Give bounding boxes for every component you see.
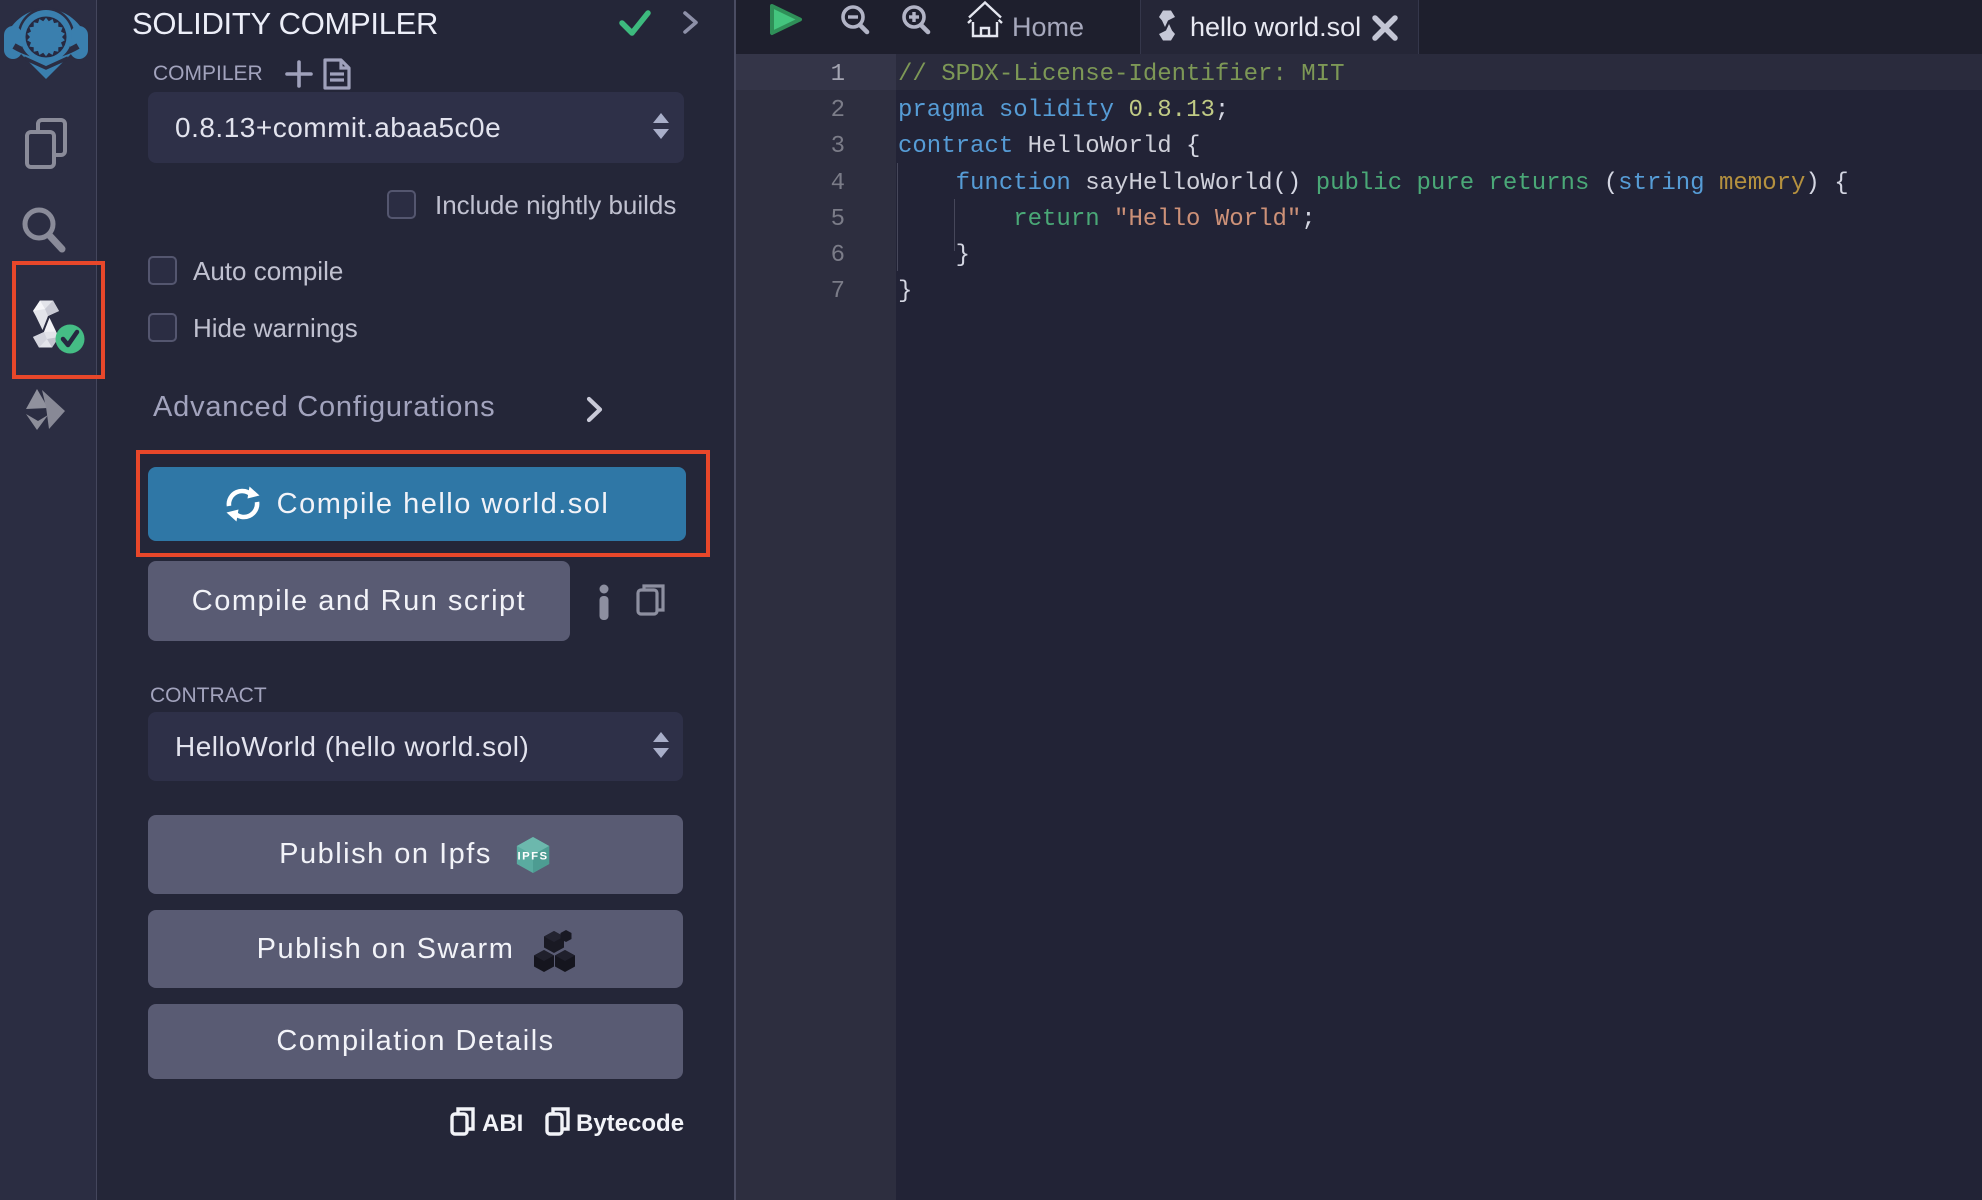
svg-text:IPFS: IPFS bbox=[517, 850, 548, 862]
